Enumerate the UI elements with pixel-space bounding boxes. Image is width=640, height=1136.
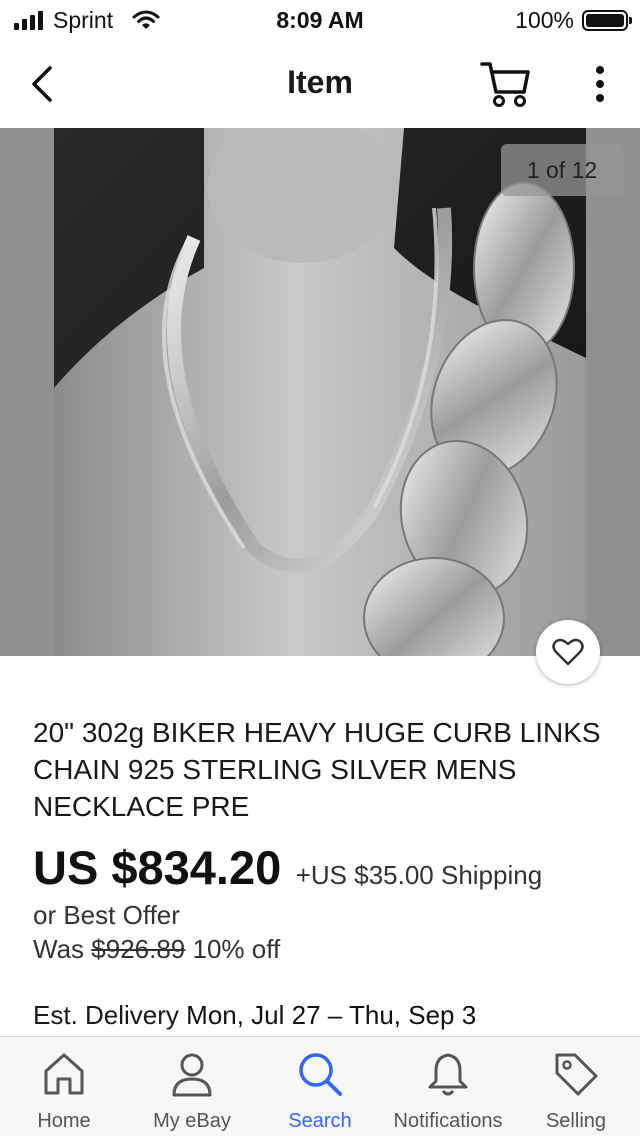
delivery-label: Est. Delivery xyxy=(33,1000,179,1030)
item-title: 20" 302g BIKER HEAVY HUGE CURB LINKS CHA… xyxy=(33,717,601,822)
tab-label: Search xyxy=(288,1110,352,1132)
bottom-tab-bar: Home My eBay Search Notifications Sellin… xyxy=(0,1036,640,1136)
more-vertical-icon[interactable] xyxy=(586,62,614,106)
item-price: US $834.20 xyxy=(33,841,282,894)
tab-selling[interactable]: Selling xyxy=(512,1037,640,1136)
price-row: US $834.20 +US $35.00 Shipping xyxy=(33,840,633,895)
delivery-dates: Mon, Jul 27 – Thu, Sep 3 xyxy=(186,1000,477,1030)
tag-icon xyxy=(555,1053,598,1096)
nav-bar: Item xyxy=(0,40,640,128)
best-offer-text: or Best Offer xyxy=(33,900,180,930)
battery-icon xyxy=(582,10,632,31)
user-icon xyxy=(172,1053,212,1097)
bell-icon xyxy=(428,1053,468,1096)
tab-label: Notifications xyxy=(393,1110,503,1132)
cart-icon[interactable] xyxy=(478,58,534,110)
tab-notifications[interactable]: Notifications xyxy=(384,1037,512,1136)
heart-icon xyxy=(552,638,584,666)
item-photo xyxy=(54,128,586,656)
battery-percentage: 100% xyxy=(515,7,574,33)
estimated-delivery: Est. Delivery Mon, Jul 27 – Thu, Sep 3 xyxy=(33,1000,476,1031)
tab-label: Selling xyxy=(545,1110,607,1132)
tab-label: Home xyxy=(37,1110,91,1132)
original-price: $926.89 xyxy=(91,934,186,964)
page-title: Item xyxy=(287,64,353,100)
was-price-row: Was $926.89 10% off xyxy=(33,934,280,965)
tab-home[interactable]: Home xyxy=(0,1037,128,1136)
image-counter: 1 of 12 xyxy=(501,144,623,196)
tab-search[interactable]: Search xyxy=(256,1037,384,1136)
discount-text: 10% off xyxy=(192,934,281,964)
tab-my-ebay[interactable]: My eBay xyxy=(128,1037,256,1136)
home-icon xyxy=(44,1053,84,1095)
status-bar: Sprint 8:09 AM 100% xyxy=(0,0,640,40)
item-image-gallery[interactable]: 1 of 12 xyxy=(0,128,640,656)
search-icon xyxy=(299,1053,342,1096)
was-label: Was xyxy=(33,934,85,964)
watch-button[interactable] xyxy=(536,620,600,684)
tab-label: My eBay xyxy=(153,1110,231,1132)
shipping-cost: +US $35.00 Shipping xyxy=(295,860,543,890)
